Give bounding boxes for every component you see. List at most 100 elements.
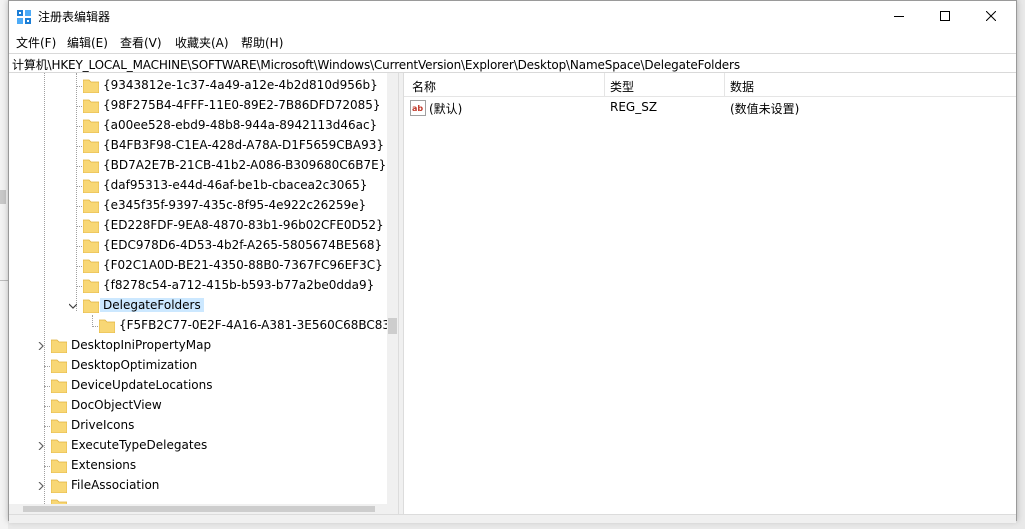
- folder-icon: [83, 159, 99, 173]
- close-button[interactable]: [968, 1, 1014, 31]
- chevron-right-icon[interactable]: [37, 482, 45, 490]
- svg-text:ab: ab: [412, 104, 423, 113]
- tree-item-label: {a00ee528-ebd9-48b8-944a-8942113d46ac}: [103, 118, 378, 132]
- menu-view[interactable]: 查看(V): [120, 34, 162, 51]
- tree-item-label: {ED228FDF-9EA8-4870-83b1-96b02CFE0D52}: [103, 218, 384, 232]
- window-title: 注册表编辑器: [38, 10, 111, 24]
- folder-icon: [99, 319, 115, 333]
- value-row[interactable]: ab (默认) REG_SZ (数值未设置): [404, 97, 1016, 117]
- folder-icon: [83, 99, 99, 113]
- minimize-button[interactable]: [876, 1, 922, 31]
- tree-item[interactable]: DesktopIniPropertyMap: [9, 336, 387, 356]
- tree-item[interactable]: FileAssociation: [9, 476, 387, 496]
- folder-icon: [83, 259, 99, 273]
- folder-icon: [51, 459, 67, 473]
- tree-item[interactable]: ExecuteTypeDelegates: [9, 436, 387, 456]
- folder-icon: [83, 139, 99, 153]
- tree-item[interactable]: {e345f35f-9397-435c-8f95-4e922c26259e}: [9, 196, 387, 216]
- tree-item-label: Extensions: [71, 458, 137, 472]
- tree-item-label: DocObjectView: [71, 398, 162, 412]
- chevron-right-icon[interactable]: [37, 342, 45, 350]
- tree-item[interactable]: {9343812e-1c37-4a49-a12e-4b2d810d956b}: [9, 76, 387, 96]
- folder-icon: [83, 199, 99, 213]
- regedit-window: 注册表编辑器 文件(F) 编辑(E) 查看(V) 收藏夹(A) 帮助(H) 计算…: [8, 0, 1017, 523]
- menu-help[interactable]: 帮助(H): [241, 34, 283, 51]
- folder-icon: [83, 119, 99, 133]
- list-header: 名称 类型 数据: [404, 73, 1016, 97]
- tree-item-label: DesktopIniPropertyMap: [71, 338, 212, 352]
- menu-file[interactable]: 文件(F): [16, 34, 56, 51]
- string-value-icon: ab: [410, 100, 426, 116]
- tree-item-label: DriveIcons: [71, 418, 135, 432]
- tree-item[interactable]: {daf95313-e44d-46af-be1b-cbacea2c3065}: [9, 176, 387, 196]
- tree-item-label: {F02C1A0D-BE21-4350-88B0-7367FC96EF3C}: [103, 258, 383, 272]
- maximize-icon: [940, 11, 950, 21]
- tree-item-label: DeviceUpdateLocations: [71, 378, 213, 392]
- tree-item-label: {B4FB3F98-C1EA-428d-A78A-D1F5659CBA93}: [103, 138, 385, 152]
- tree-item[interactable]: {F02C1A0D-BE21-4350-88B0-7367FC96EF3C}: [9, 256, 387, 276]
- tree-item-label: {9343812e-1c37-4a49-a12e-4b2d810d956b}: [103, 78, 378, 92]
- tree-item[interactable]: {F5FB2C77-0E2F-4A16-A381-3E560C68BC83}: [9, 316, 398, 336]
- value-data: (数值未设置): [730, 102, 800, 116]
- tree-item[interactable]: {a00ee528-ebd9-48b8-944a-8942113d46ac}: [9, 116, 387, 136]
- tree-hscroll-thumb[interactable]: [23, 506, 375, 512]
- maximize-button[interactable]: [922, 1, 968, 31]
- tree-item-label: FileAssociation: [71, 478, 160, 492]
- folder-icon: [83, 219, 99, 233]
- close-icon: [986, 11, 996, 21]
- values-list[interactable]: 名称 类型 数据 ab (默认) REG_SZ (数值未设置): [404, 73, 1016, 514]
- tree-item[interactable]: {BD7A2E7B-21CB-41b2-A086-B309680C6B7E}: [9, 156, 387, 176]
- tree-item[interactable]: {ED228FDF-9EA8-4870-83b1-96b02CFE0D52}: [9, 216, 387, 236]
- folder-icon: [83, 299, 99, 313]
- folder-icon: [83, 279, 99, 293]
- tree-item-delegatefolders[interactable]: DelegateFolders: [9, 296, 387, 316]
- tree-item[interactable]: DocObjectView: [9, 396, 387, 416]
- chevron-right-icon[interactable]: [37, 442, 45, 450]
- tree-item[interactable]: {B4FB3F98-C1EA-428d-A78A-D1F5659CBA93}: [9, 136, 387, 156]
- tree-item-label: DelegateFolders: [100, 298, 204, 312]
- tree-item[interactable]: DesktopOptimization: [9, 356, 387, 376]
- registry-tree[interactable]: {9343812e-1c37-4a49-a12e-4b2d810d956b} {…: [9, 73, 398, 514]
- menu-favorites[interactable]: 收藏夹(A): [175, 34, 229, 51]
- address-bar[interactable]: 计算机\HKEY_LOCAL_MACHINE\SOFTWARE\Microsof…: [9, 53, 1016, 73]
- folder-icon: [83, 179, 99, 193]
- title-bar[interactable]: 注册表编辑器: [9, 1, 1016, 31]
- folder-icon: [51, 439, 67, 453]
- folder-icon: [51, 379, 67, 393]
- tree-item[interactable]: Extensions: [9, 456, 387, 476]
- regedit-icon: [17, 10, 31, 24]
- minimize-icon: [894, 16, 904, 17]
- value-name: (默认): [429, 102, 463, 116]
- tree-item[interactable]: DeviceUpdateLocations: [9, 376, 387, 396]
- tree-scroll-thumb[interactable]: [388, 318, 397, 334]
- column-header-data[interactable]: 数据: [730, 78, 754, 95]
- menu-edit[interactable]: 编辑(E): [67, 34, 108, 51]
- menu-bar: 文件(F) 编辑(E) 查看(V) 收藏夹(A) 帮助(H): [9, 31, 1016, 53]
- tree-item-label: ExecuteTypeDelegates: [71, 438, 208, 452]
- tree-item-label: DesktopOptimization: [71, 358, 198, 372]
- tree-item-label: {BD7A2E7B-21CB-41b2-A086-B309680C6B7E}: [103, 158, 387, 172]
- tree-horizontal-scrollbar[interactable]: [9, 504, 387, 514]
- folder-icon: [51, 339, 67, 353]
- status-bar: [9, 514, 1016, 523]
- tree-item-label: {daf95313-e44d-46af-be1b-cbacea2c3065}: [103, 178, 368, 192]
- tree-item[interactable]: {f8278c54-a712-415b-b593-b77a2be0dda9}: [9, 276, 387, 296]
- tree-item-label: {EDC978D6-4D53-4b2f-A265-5805674BE568}: [103, 238, 383, 252]
- tree-item-label: {98F275B4-4FFF-11E0-89E2-7B86DFD72085}: [103, 98, 381, 112]
- address-path[interactable]: 计算机\HKEY_LOCAL_MACHINE\SOFTWARE\Microsof…: [12, 56, 740, 73]
- chevron-down-icon[interactable]: [69, 302, 77, 310]
- tree-item[interactable]: {EDC978D6-4D53-4b2f-A265-5805674BE568}: [9, 236, 387, 256]
- column-header-name[interactable]: 名称: [412, 78, 436, 95]
- tree-item-label: {f8278c54-a712-415b-b593-b77a2be0dda9}: [103, 278, 375, 292]
- tree-item-label: {F5FB2C77-0E2F-4A16-A381-3E560C68BC83}: [119, 318, 398, 332]
- column-header-type[interactable]: 类型: [610, 78, 634, 95]
- folder-icon: [83, 239, 99, 253]
- tree-item[interactable]: {98F275B4-4FFF-11E0-89E2-7B86DFD72085}: [9, 96, 387, 116]
- tree-item-label: {e345f35f-9397-435c-8f95-4e922c26259e}: [103, 198, 367, 212]
- tree-vertical-scrollbar[interactable]: [387, 73, 398, 514]
- background-window-edge: [0, 0, 8, 529]
- tree-item[interactable]: DriveIcons: [9, 416, 387, 436]
- value-type: REG_SZ: [610, 100, 658, 114]
- folder-icon: [51, 419, 67, 433]
- folder-icon: [83, 79, 99, 93]
